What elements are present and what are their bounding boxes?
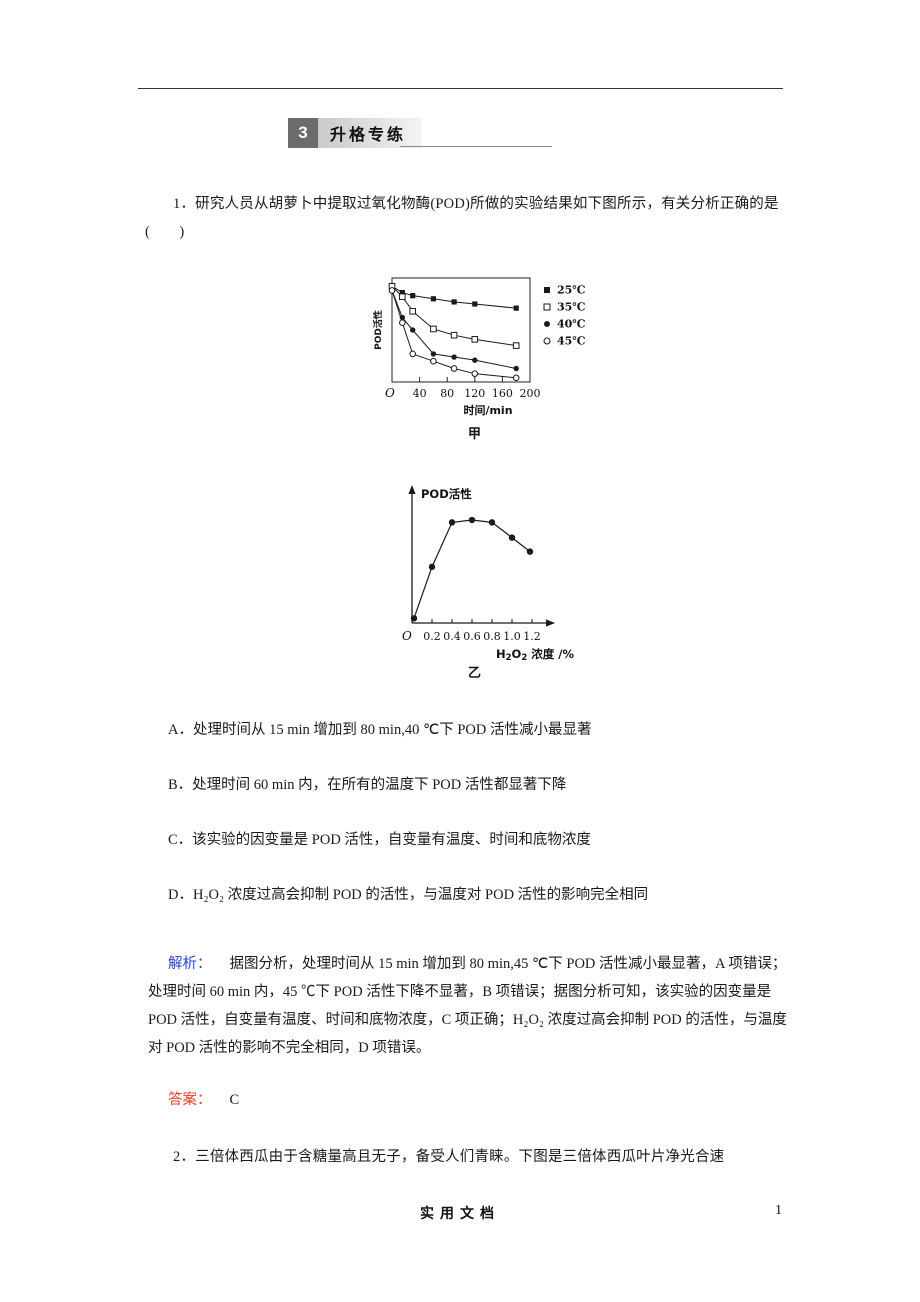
option-b: B．处理时间 60 min 内，在所有的温度下 POD 活性都显著下降	[168, 777, 567, 793]
x-tick-label: 120	[464, 387, 485, 400]
data-point	[472, 301, 478, 307]
x-tick-label: 40	[413, 387, 427, 400]
data-point	[450, 331, 458, 339]
data-point	[513, 365, 519, 372]
y-axis-label: POD活性	[372, 310, 384, 350]
y-axis-arrow	[408, 485, 416, 494]
top-divider	[138, 88, 783, 89]
x-tick-label: 80	[440, 387, 454, 400]
origin-label: O	[385, 386, 395, 400]
data-point	[488, 519, 496, 526]
x-tick-label: 1.2	[523, 630, 541, 643]
data-point	[512, 374, 520, 382]
series-group	[388, 283, 520, 382]
series-points-35c	[388, 283, 520, 349]
figure-jia: POD活性 O 40 80 120 160 200 时间/min 25℃ 35℃…	[368, 272, 618, 444]
origin-label: O	[402, 629, 412, 643]
x-axis-label: H2O2 浓度 /%	[496, 647, 574, 663]
section-header-underline	[400, 146, 552, 147]
legend-marker-open-square	[543, 303, 551, 311]
legend-marker-filled-circle	[544, 321, 550, 327]
x-tick-label: 0.8	[483, 630, 501, 643]
option-d: D．H₂O₂ 浓度过高会抑制 POD 的活性，与温度对 POD 活性的影响完全相…	[168, 887, 649, 903]
x-tick-label: 0.6	[463, 630, 481, 643]
data-point	[409, 307, 417, 315]
option-c: C．该实验的因变量是 POD 活性，自变量有温度、时间和底物浓度	[168, 832, 591, 848]
data-point	[430, 296, 436, 302]
figure-yi: POD活性 O 0.2 0.4 0.6 0.8 1.0 1.2 H2O2 浓度 /%	[390, 478, 595, 683]
data-point	[430, 325, 437, 333]
legend-marker-filled-square	[544, 287, 550, 293]
analysis-label: 解析：	[168, 956, 212, 972]
answer-value: C	[229, 1092, 240, 1108]
section-header: 3 升格专练	[288, 118, 423, 148]
data-point	[399, 293, 406, 301]
analysis-block: 解析： 据图分析，处理时间从 15 min 增加到 80 min,45 ℃下 PO…	[148, 950, 788, 1062]
x-tick-label: 160	[492, 387, 513, 400]
data-point	[410, 293, 416, 299]
series-points-pod	[410, 516, 534, 622]
data-point	[448, 519, 456, 526]
data-point	[388, 287, 396, 294]
x-axis-label: 时间/min	[463, 403, 512, 417]
x-tick-label: 0.2	[423, 630, 441, 643]
data-point	[430, 351, 437, 357]
data-point	[409, 350, 417, 358]
x-tick-label: 0.4	[443, 630, 461, 643]
legend-label: 25℃	[557, 284, 586, 297]
section-number: 3	[288, 118, 318, 148]
footer-page-number: 1	[775, 1203, 782, 1218]
data-point	[468, 516, 476, 524]
figure-jia-caption: 甲	[468, 427, 482, 442]
legend-label: 35℃	[557, 301, 586, 314]
chart-jia-svg: POD活性 O 40 80 120 160 200 时间/min 25℃ 35℃…	[372, 277, 586, 417]
x-tick-label: 1.0	[503, 630, 521, 643]
data-point	[399, 319, 406, 327]
x-tick-label: 200	[520, 387, 541, 400]
x-tick-labels: 0.2 0.4 0.6 0.8 1.0 1.2	[423, 630, 541, 643]
page-footer: 实用文档 1	[0, 1203, 920, 1227]
chart-yi-svg: POD活性 O 0.2 0.4 0.6 0.8 1.0 1.2 H2O2 浓度 /%	[402, 485, 574, 663]
document-page: 3 升格专练 1．研究人员从胡萝卜中提取过氧化物酶(POD)所做的实验结果如下图…	[0, 0, 920, 1302]
option-a: A．处理时间从 15 min 增加到 80 min,40 ℃下 POD 活性减小…	[168, 722, 592, 738]
answer-label: 答案：	[168, 1092, 212, 1108]
data-point	[430, 357, 437, 365]
data-point	[471, 336, 479, 343]
legend-label: 40℃	[557, 318, 586, 331]
chart-title: POD活性	[421, 487, 472, 501]
data-point	[451, 299, 457, 305]
data-point	[508, 534, 516, 541]
data-point	[451, 354, 457, 360]
chart-legend: 25℃ 35℃ 40℃ 45℃	[543, 284, 586, 348]
data-point	[428, 563, 436, 571]
legend-marker-open-circle	[543, 337, 551, 345]
data-point	[526, 548, 534, 555]
data-point	[512, 342, 520, 349]
section-title: 升格专练	[330, 125, 407, 144]
analysis-text: 据图分析，处理时间从 15 min 增加到 80 min,45 ℃下 POD 活…	[148, 956, 787, 1056]
section-title-band: 升格专练	[318, 118, 423, 148]
data-point	[472, 357, 478, 363]
data-point	[450, 365, 458, 372]
data-point	[410, 615, 418, 622]
answer-block: 答案： C	[168, 1088, 239, 1109]
question-1-stem: 1．研究人员从胡萝卜中提取过氧化物酶(POD)所做的实验结果如下图所示，有关分析…	[145, 196, 779, 240]
data-point	[513, 305, 519, 311]
data-point	[399, 314, 406, 321]
x-axis-arrow	[546, 619, 555, 627]
legend-label: 45℃	[557, 335, 586, 348]
data-point	[410, 327, 416, 333]
footer-watermark: 实用文档	[420, 1206, 500, 1222]
data-point	[471, 370, 479, 377]
figure-yi-caption: 乙	[468, 666, 482, 681]
question-2-stem: 2．三倍体西瓜由于含糖量高且无子，备受人们青睐。下图是三倍体西瓜叶片净光合速	[173, 1149, 725, 1165]
